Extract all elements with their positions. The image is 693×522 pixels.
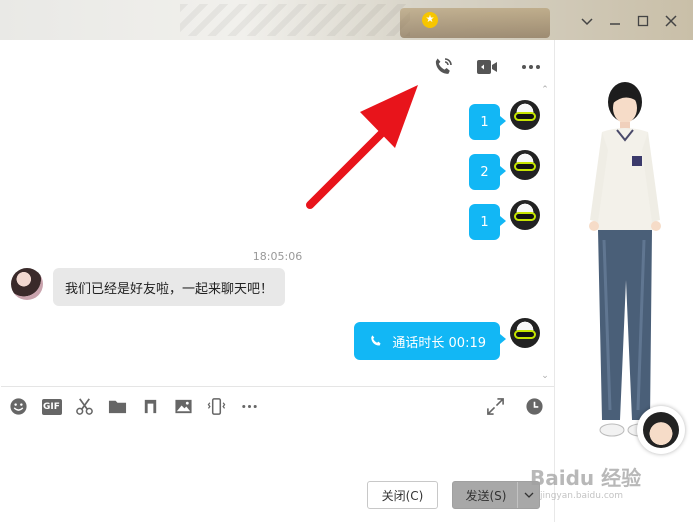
title-bar-decoration	[180, 4, 410, 36]
message-received: 我们已经是好友啦，一起来聊天吧！	[11, 268, 286, 306]
input-divider	[1, 386, 554, 387]
message-bubble[interactable]: 1	[469, 104, 506, 140]
chat-top-toolbar	[430, 54, 544, 80]
avatar[interactable]	[510, 100, 540, 130]
voice-call-icon[interactable]	[430, 54, 456, 80]
avatar[interactable]	[510, 200, 540, 230]
minimize-icon[interactable]	[606, 12, 624, 30]
scissors-icon[interactable]	[74, 396, 95, 417]
contact-show-panel	[554, 40, 693, 522]
message-input[interactable]	[1, 424, 554, 474]
chevron-down-icon	[524, 492, 533, 498]
skin-icon[interactable]	[578, 12, 596, 30]
message-timestamp: 18:05:06	[252, 250, 303, 263]
message-bubble[interactable]: 1	[469, 204, 506, 240]
avatar[interactable]	[11, 268, 43, 300]
vip-badge-icon[interactable]: ★	[422, 12, 438, 28]
message-bubble[interactable]: 我们已经是好友啦，一起来聊天吧！	[53, 268, 286, 306]
phone-icon	[371, 335, 381, 346]
expand-icon[interactable]	[485, 396, 506, 417]
avatar[interactable]	[510, 150, 540, 180]
call-duration: 通话时长 00:19	[392, 335, 486, 351]
music-icon[interactable]	[140, 396, 161, 417]
profile-avatar[interactable]	[637, 406, 685, 454]
title-bar: ★	[0, 0, 693, 40]
scroll-down-icon[interactable]: ⌄	[540, 372, 550, 381]
send-button[interactable]: 发送(S)	[452, 481, 540, 509]
message-sent: 1	[469, 100, 540, 140]
watermark-logo: Baidu 经验	[530, 466, 642, 490]
chat-history[interactable]: ⌃ 1 2 1 18:05:06 我们已经是好友啦，一起来聊天吧！ 通话时长 0…	[1, 40, 554, 386]
maximize-icon[interactable]	[634, 12, 652, 30]
more-icon[interactable]	[518, 54, 544, 80]
message-sent: 1	[469, 200, 540, 240]
call-record-message: 通话时长 00:19	[354, 318, 540, 360]
close-button[interactable]: 关闭(C)	[367, 481, 438, 509]
character-figure[interactable]	[580, 80, 670, 460]
scroll-up-icon[interactable]: ⌃	[540, 86, 550, 95]
shake-icon[interactable]	[206, 396, 227, 417]
image-icon[interactable]	[173, 396, 194, 417]
call-record-bubble[interactable]: 通话时长 00:19	[354, 322, 506, 360]
close-icon[interactable]	[662, 12, 680, 30]
emoji-icon[interactable]	[8, 396, 29, 417]
input-toolbar-right	[485, 396, 545, 417]
avatar[interactable]	[510, 318, 540, 348]
history-icon[interactable]	[524, 396, 545, 417]
message-sent: 2	[469, 150, 540, 190]
video-call-icon[interactable]	[474, 54, 500, 80]
input-toolbar: GIF	[8, 396, 260, 417]
message-bubble[interactable]: 2	[469, 154, 506, 190]
gif-icon[interactable]: GIF	[41, 396, 62, 417]
more-icon[interactable]	[239, 396, 260, 417]
folder-icon[interactable]	[107, 396, 128, 417]
watermark-url: jingyan.baidu.com	[540, 491, 624, 501]
